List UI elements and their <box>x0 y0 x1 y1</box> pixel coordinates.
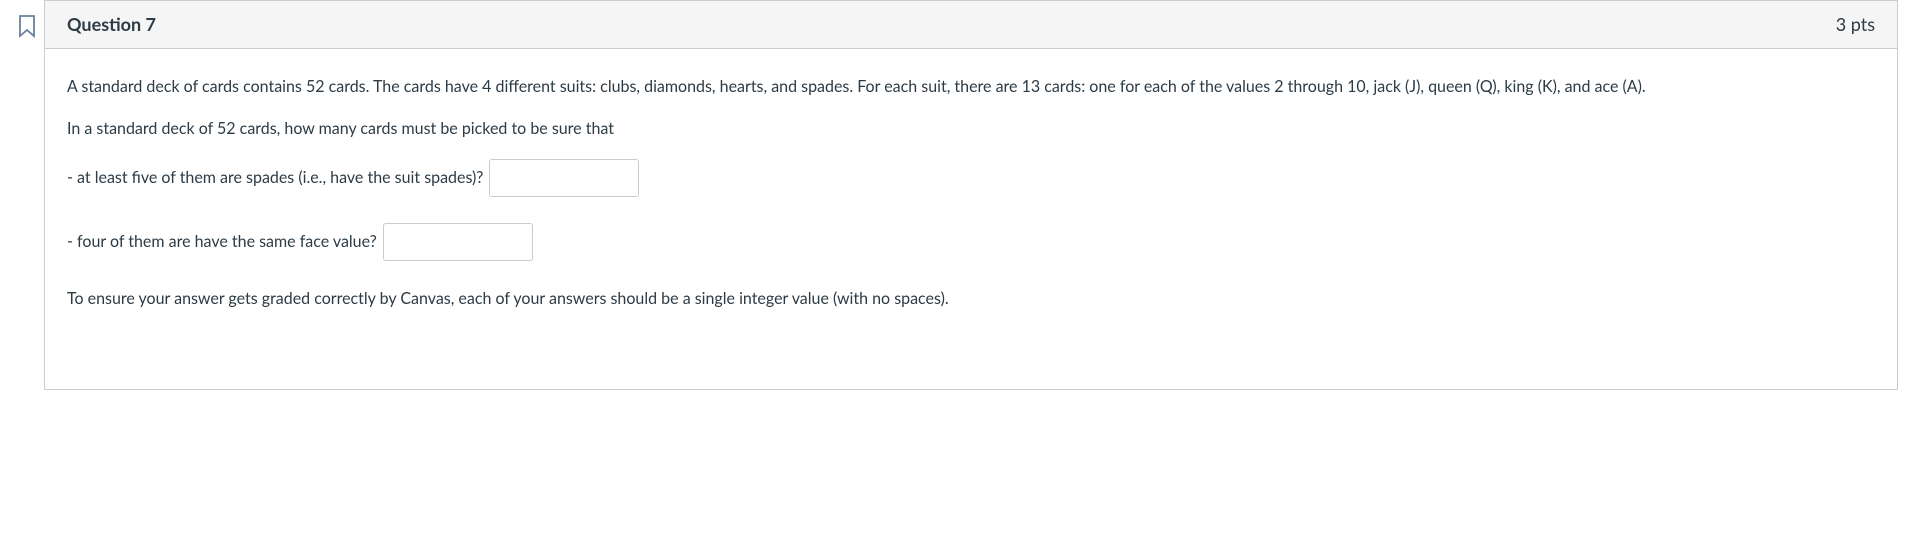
intro-text: A standard deck of cards contains 52 car… <box>67 75 1875 99</box>
blank-1-label: - at least five of them are spades (i.e.… <box>67 166 483 190</box>
question-header: Question 7 3 pts <box>45 1 1897 49</box>
answer-input-2[interactable] <box>383 223 533 261</box>
blank-2-label: - four of them are have the same face va… <box>67 230 377 254</box>
blank-row-1: - at least five of them are spades (i.e.… <box>67 159 1875 197</box>
question-points: 3 pts <box>1836 11 1875 38</box>
answer-input-1[interactable] <box>489 159 639 197</box>
question-title: Question 7 <box>67 11 156 38</box>
lead-text: In a standard deck of 52 cards, how many… <box>67 117 1875 141</box>
grading-note: To ensure your answer gets graded correc… <box>67 287 1875 311</box>
blank-row-2: - four of them are have the same face va… <box>67 223 1875 261</box>
question-card: Question 7 3 pts A standard deck of card… <box>44 0 1898 390</box>
question-body: A standard deck of cards contains 52 car… <box>45 49 1897 389</box>
bookmark-icon[interactable] <box>10 0 44 38</box>
